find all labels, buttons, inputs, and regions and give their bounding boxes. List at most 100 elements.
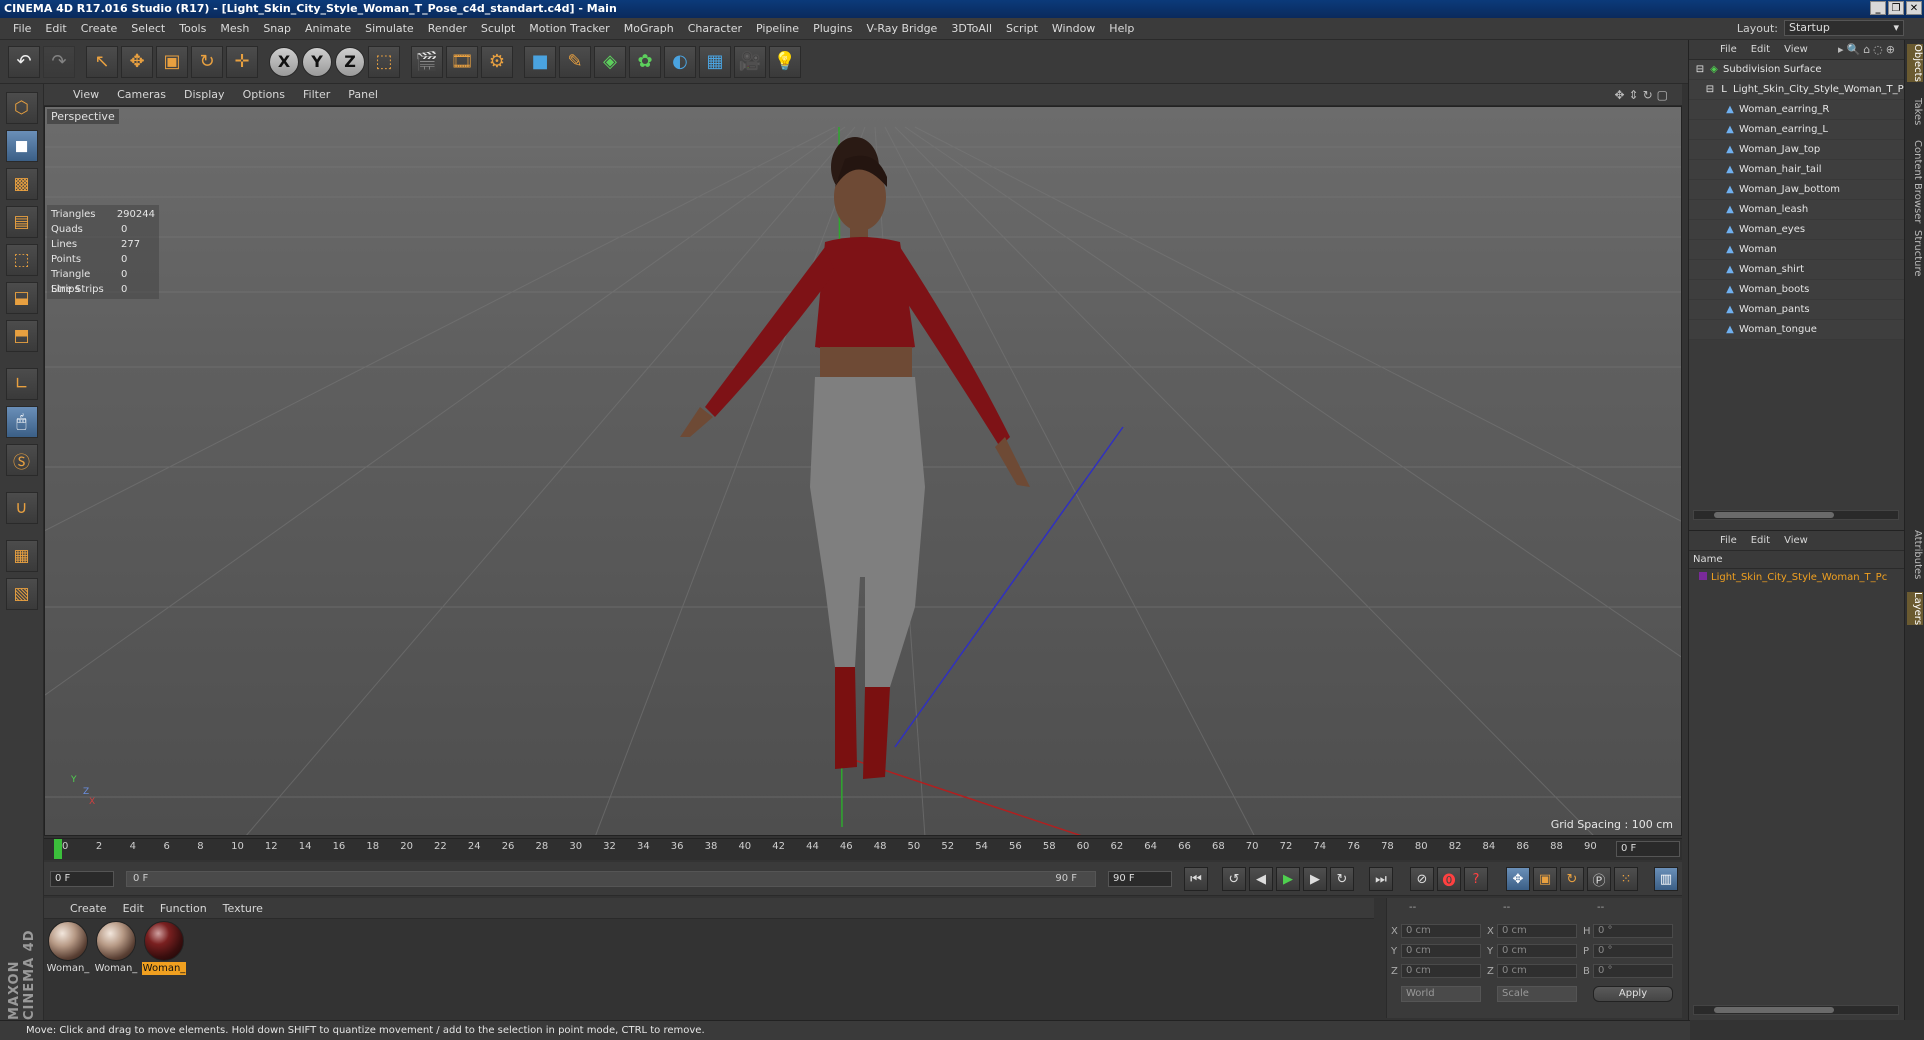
position-y-field[interactable]: 0 cm: [1401, 944, 1481, 958]
menu-select[interactable]: Select: [124, 22, 172, 35]
rotation-p-field[interactable]: 0 °: [1593, 944, 1673, 958]
menu-3dtoall[interactable]: 3DToAll: [944, 22, 999, 35]
object-menu-edit[interactable]: Edit: [1744, 44, 1777, 55]
menu-tools[interactable]: Tools: [172, 22, 213, 35]
menu-create[interactable]: Create: [74, 22, 125, 35]
menu-mograph[interactable]: MoGraph: [617, 22, 681, 35]
start-frame-field[interactable]: 0 F: [50, 871, 114, 887]
render-picture-viewer-icon[interactable]: 🎞: [446, 45, 478, 78]
viewport-menu-options[interactable]: Options: [234, 88, 294, 101]
go-to-end-icon[interactable]: ⏭: [1369, 867, 1393, 891]
make-editable-icon[interactable]: ⬡: [5, 92, 38, 124]
layout-dropdown[interactable]: Startup: [1784, 20, 1904, 36]
material-swatch[interactable]: Woman_: [46, 921, 90, 975]
menu-render[interactable]: Render: [421, 22, 474, 35]
size-mode-dropdown[interactable]: Scale: [1497, 986, 1577, 1002]
end-frame-field[interactable]: 90 F: [1108, 871, 1172, 887]
material-menu-create[interactable]: Create: [62, 902, 115, 915]
light-icon[interactable]: 💡: [769, 45, 801, 78]
scale-tool-icon[interactable]: ▣: [156, 45, 188, 78]
position-x-field[interactable]: 0 cm: [1401, 924, 1481, 938]
next-key-icon[interactable]: ↻: [1330, 867, 1354, 891]
tab-structure[interactable]: Structure: [1907, 230, 1923, 277]
menu-script[interactable]: Script: [999, 22, 1045, 35]
timeline-playhead[interactable]: [54, 839, 62, 859]
play-icon[interactable]: ▶: [1276, 867, 1300, 891]
rotate-tool-icon[interactable]: ↻: [191, 45, 223, 78]
edges-mode-icon[interactable]: ⬓: [5, 282, 38, 314]
tree-item[interactable]: ▲ Woman_earring_L: [1689, 120, 1904, 140]
menu-snap[interactable]: Snap: [256, 22, 298, 35]
menu-character[interactable]: Character: [681, 22, 749, 35]
previous-key-icon[interactable]: ↺: [1222, 867, 1246, 891]
floor-icon[interactable]: ▦: [699, 45, 731, 78]
material-menu-texture[interactable]: Texture: [215, 902, 271, 915]
tree-item[interactable]: ▲ Woman_boots: [1689, 280, 1904, 300]
apply-button[interactable]: Apply: [1593, 986, 1673, 1002]
deformer-icon[interactable]: ◐: [664, 45, 696, 78]
polygons-mode-icon[interactable]: ⬒: [5, 320, 38, 352]
undo-icon[interactable]: ↶: [8, 45, 40, 78]
tree-item[interactable]: ▲ Woman_leash: [1689, 200, 1904, 220]
layer-menu-view[interactable]: View: [1777, 535, 1815, 546]
menu-motion-tracker[interactable]: Motion Tracker: [522, 22, 616, 35]
object-manager-icons[interactable]: ▸🔍⌂◌⊕: [1838, 43, 1898, 56]
subdivision-surface-icon[interactable]: ◈: [594, 45, 626, 78]
tree-item-group[interactable]: ⊟ L Light_Skin_City_Style_Woman_T_P: [1689, 80, 1904, 100]
cube-primitive-icon[interactable]: ■: [524, 45, 556, 78]
object-menu-view[interactable]: View: [1777, 44, 1815, 55]
key-parameter-icon[interactable]: Ⓟ: [1587, 867, 1611, 891]
size-x-field[interactable]: 0 cm: [1497, 924, 1577, 938]
model-mode-icon[interactable]: ◼: [5, 130, 38, 162]
menu-mesh[interactable]: Mesh: [213, 22, 256, 35]
tab-takes[interactable]: Takes: [1907, 98, 1923, 125]
minimize-button[interactable]: _: [1870, 1, 1886, 15]
layer-manager-scrollbar[interactable]: [1693, 1005, 1899, 1015]
material-swatch[interactable]: Woman_: [94, 921, 138, 975]
next-frame-icon[interactable]: ▶: [1303, 867, 1327, 891]
tab-objects[interactable]: Objects: [1907, 44, 1923, 82]
tab-layers[interactable]: Layers: [1907, 592, 1923, 626]
pen-spline-icon[interactable]: ✎: [559, 45, 591, 78]
menu-edit[interactable]: Edit: [38, 22, 73, 35]
points-mode-icon[interactable]: ⬚: [5, 244, 38, 276]
coordinate-space-dropdown[interactable]: World: [1401, 986, 1481, 1002]
menu-plugins[interactable]: Plugins: [806, 22, 859, 35]
timeline-window-icon[interactable]: ▥: [1654, 867, 1678, 891]
viewport-menu-cameras[interactable]: Cameras: [108, 88, 175, 101]
menu-simulate[interactable]: Simulate: [358, 22, 421, 35]
frame-range-slider[interactable]: 0 F 90 F: [126, 871, 1096, 887]
camera-icon[interactable]: 🎥: [734, 45, 766, 78]
viewport-menu-display[interactable]: Display: [175, 88, 234, 101]
object-manager-scrollbar[interactable]: [1693, 510, 1899, 520]
tree-item[interactable]: ▲ Woman: [1689, 240, 1904, 260]
snap-icon[interactable]: Ⓢ: [5, 444, 38, 476]
tree-item[interactable]: ▲ Woman_shirt: [1689, 260, 1904, 280]
texture-mode-icon[interactable]: ▩: [5, 168, 38, 200]
perspective-viewport[interactable]: Perspective Triangles 290244 Quads 0 Lines…: [44, 106, 1682, 836]
tab-attributes[interactable]: Attributes: [1907, 530, 1923, 579]
menu-vray-bridge[interactable]: V-Ray Bridge: [859, 22, 944, 35]
workplane-icon[interactable]: ▤: [5, 206, 38, 238]
tree-item-subdivision-surface[interactable]: ⊟ ◈ Subdivision Surface: [1689, 60, 1904, 80]
recent-tool-icon[interactable]: ✛: [226, 45, 258, 78]
move-tool-icon[interactable]: ✥: [121, 45, 153, 78]
key-scale-icon[interactable]: ▣: [1533, 867, 1557, 891]
rotation-h-field[interactable]: 0 °: [1593, 924, 1673, 938]
viewport-menu-filter[interactable]: Filter: [294, 88, 339, 101]
material-menu-edit[interactable]: Edit: [115, 902, 152, 915]
object-menu-file[interactable]: File: [1713, 44, 1744, 55]
menu-pipeline[interactable]: Pipeline: [749, 22, 806, 35]
record-keys-disabled-icon[interactable]: ⊘: [1410, 867, 1434, 891]
position-z-field[interactable]: 0 cm: [1401, 964, 1481, 978]
y-axis-lock-icon[interactable]: Y: [302, 46, 332, 77]
viewport-menu-view[interactable]: View: [64, 88, 108, 101]
z-axis-lock-icon[interactable]: Z: [335, 46, 365, 77]
size-y-field[interactable]: 0 cm: [1497, 944, 1577, 958]
tweak-mode-icon[interactable]: 🖱: [5, 406, 38, 438]
menu-file[interactable]: File: [6, 22, 38, 35]
material-menu-function[interactable]: Function: [152, 902, 215, 915]
render-view-icon[interactable]: 🎬: [411, 45, 443, 78]
live-selection-icon[interactable]: ↖: [86, 45, 118, 78]
key-pla-icon[interactable]: ⁙: [1614, 867, 1638, 891]
